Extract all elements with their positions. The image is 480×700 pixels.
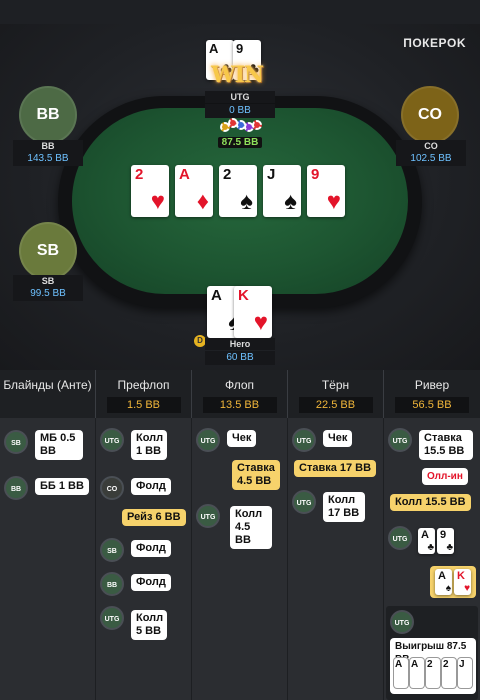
action-bubble: Чек (227, 430, 257, 447)
blinds-column (0, 418, 96, 700)
action-bubble: Фолд (131, 574, 171, 591)
seat-co-name: CO (396, 140, 466, 152)
position-badge-utg: UTG (292, 428, 316, 452)
street-header-flop[interactable]: Флоп 13.5 BB (192, 370, 288, 418)
seat-sb-avatar[interactable]: SB (19, 222, 77, 280)
winning-hand-card: A (410, 658, 424, 688)
position-badge-utg: UTG (196, 504, 220, 528)
action-bubble: Колл 5 BB (131, 610, 167, 640)
position-badge-bb: BB (4, 476, 28, 500)
position-badge-utg: UTG (196, 428, 220, 452)
seat-bb-stack: 143.5 BB (13, 152, 83, 166)
seat-sb-stack: 99.5 BB (13, 287, 83, 301)
win-banner: WIN (210, 62, 264, 88)
board-card-2: A ♦ (175, 165, 213, 217)
winning-hand-card: 2 (442, 658, 456, 688)
hero-seat-stack: 60 BB (205, 351, 275, 365)
position-badge-sb: SB (4, 430, 28, 454)
board-card-1: 2 ♥ (131, 165, 169, 217)
position-badge-utg: UTG (388, 526, 412, 550)
top-status-bar (0, 0, 480, 24)
winning-hand-card: 2 (426, 658, 440, 688)
action-bubble: Чек (323, 430, 353, 447)
position-badge-utg: UTG (388, 428, 412, 452)
showdown-card: A ♠ (435, 569, 452, 595)
hero-action-bubble: Колл 15.5 BB (390, 494, 471, 511)
hero-action-bubble: Ставка 17 BB (294, 460, 377, 477)
action-bubble: Ставка 15.5 BB (419, 430, 473, 460)
street-header-river[interactable]: Ривер 56.5 BB (384, 370, 480, 418)
action-bubble: Колл 1 BB (131, 430, 167, 460)
action-bubble: Фолд (131, 540, 171, 557)
hero-action-bubble: Ставка 4.5 BB (232, 460, 280, 490)
pot-chips-icon (220, 116, 264, 136)
seat-co-stack: 102.5 BB (396, 152, 466, 166)
position-badge-utg: UTG (100, 606, 124, 630)
showdown-card: 9 ♣ (437, 528, 454, 554)
hero-card-2: K ♥ (234, 286, 272, 338)
position-badge-utg: UTG (292, 490, 316, 514)
seat-bb-name: BB (13, 140, 83, 152)
board-card-5: 9 ♥ (307, 165, 345, 217)
street-header-turn[interactable]: Тёрн 22.5 BB (288, 370, 384, 418)
position-badge-utg: UTG (390, 610, 414, 634)
action-bubble: МБ 0.5 BB (35, 430, 83, 460)
allin-label: Олл-ин (422, 468, 468, 485)
action-bubble: Колл 4.5 BB (230, 506, 272, 549)
position-badge-sb: SB (100, 538, 124, 562)
action-bubble: Фолд (131, 478, 171, 495)
position-badge-bb: BB (100, 572, 124, 596)
seat-co-avatar[interactable]: CO (401, 86, 459, 144)
action-bubble: ББ 1 BB (35, 478, 89, 495)
board-card-4: J ♠ (263, 165, 301, 217)
showdown-card: K ♥ (454, 569, 471, 595)
winning-hand-card: J (458, 658, 472, 688)
action-bubble: Колл 17 BB (323, 492, 365, 522)
street-header-preflop[interactable]: Префлоп 1.5 BB (96, 370, 192, 418)
utg-seat-name: UTG (205, 91, 275, 103)
winning-hand-card: A (394, 658, 408, 688)
position-badge-utg: UTG (100, 428, 124, 452)
board-card-3: 2 ♠ (219, 165, 257, 217)
hero-seat-name: Hero (205, 338, 275, 350)
position-badge-co: CO (100, 476, 124, 500)
pot-amount: 87.5 BB (218, 137, 262, 148)
brand-logo: ПОКЕРOK (403, 36, 466, 50)
showdown-card: A ♣ (418, 528, 435, 554)
street-header-blinds[interactable]: Блайнды (Анте) (0, 370, 96, 418)
seat-sb-name: SB (13, 275, 83, 287)
hero-action-bubble: Рейз 6 BB (122, 509, 186, 526)
seat-bb-avatar[interactable]: BB (19, 86, 77, 144)
